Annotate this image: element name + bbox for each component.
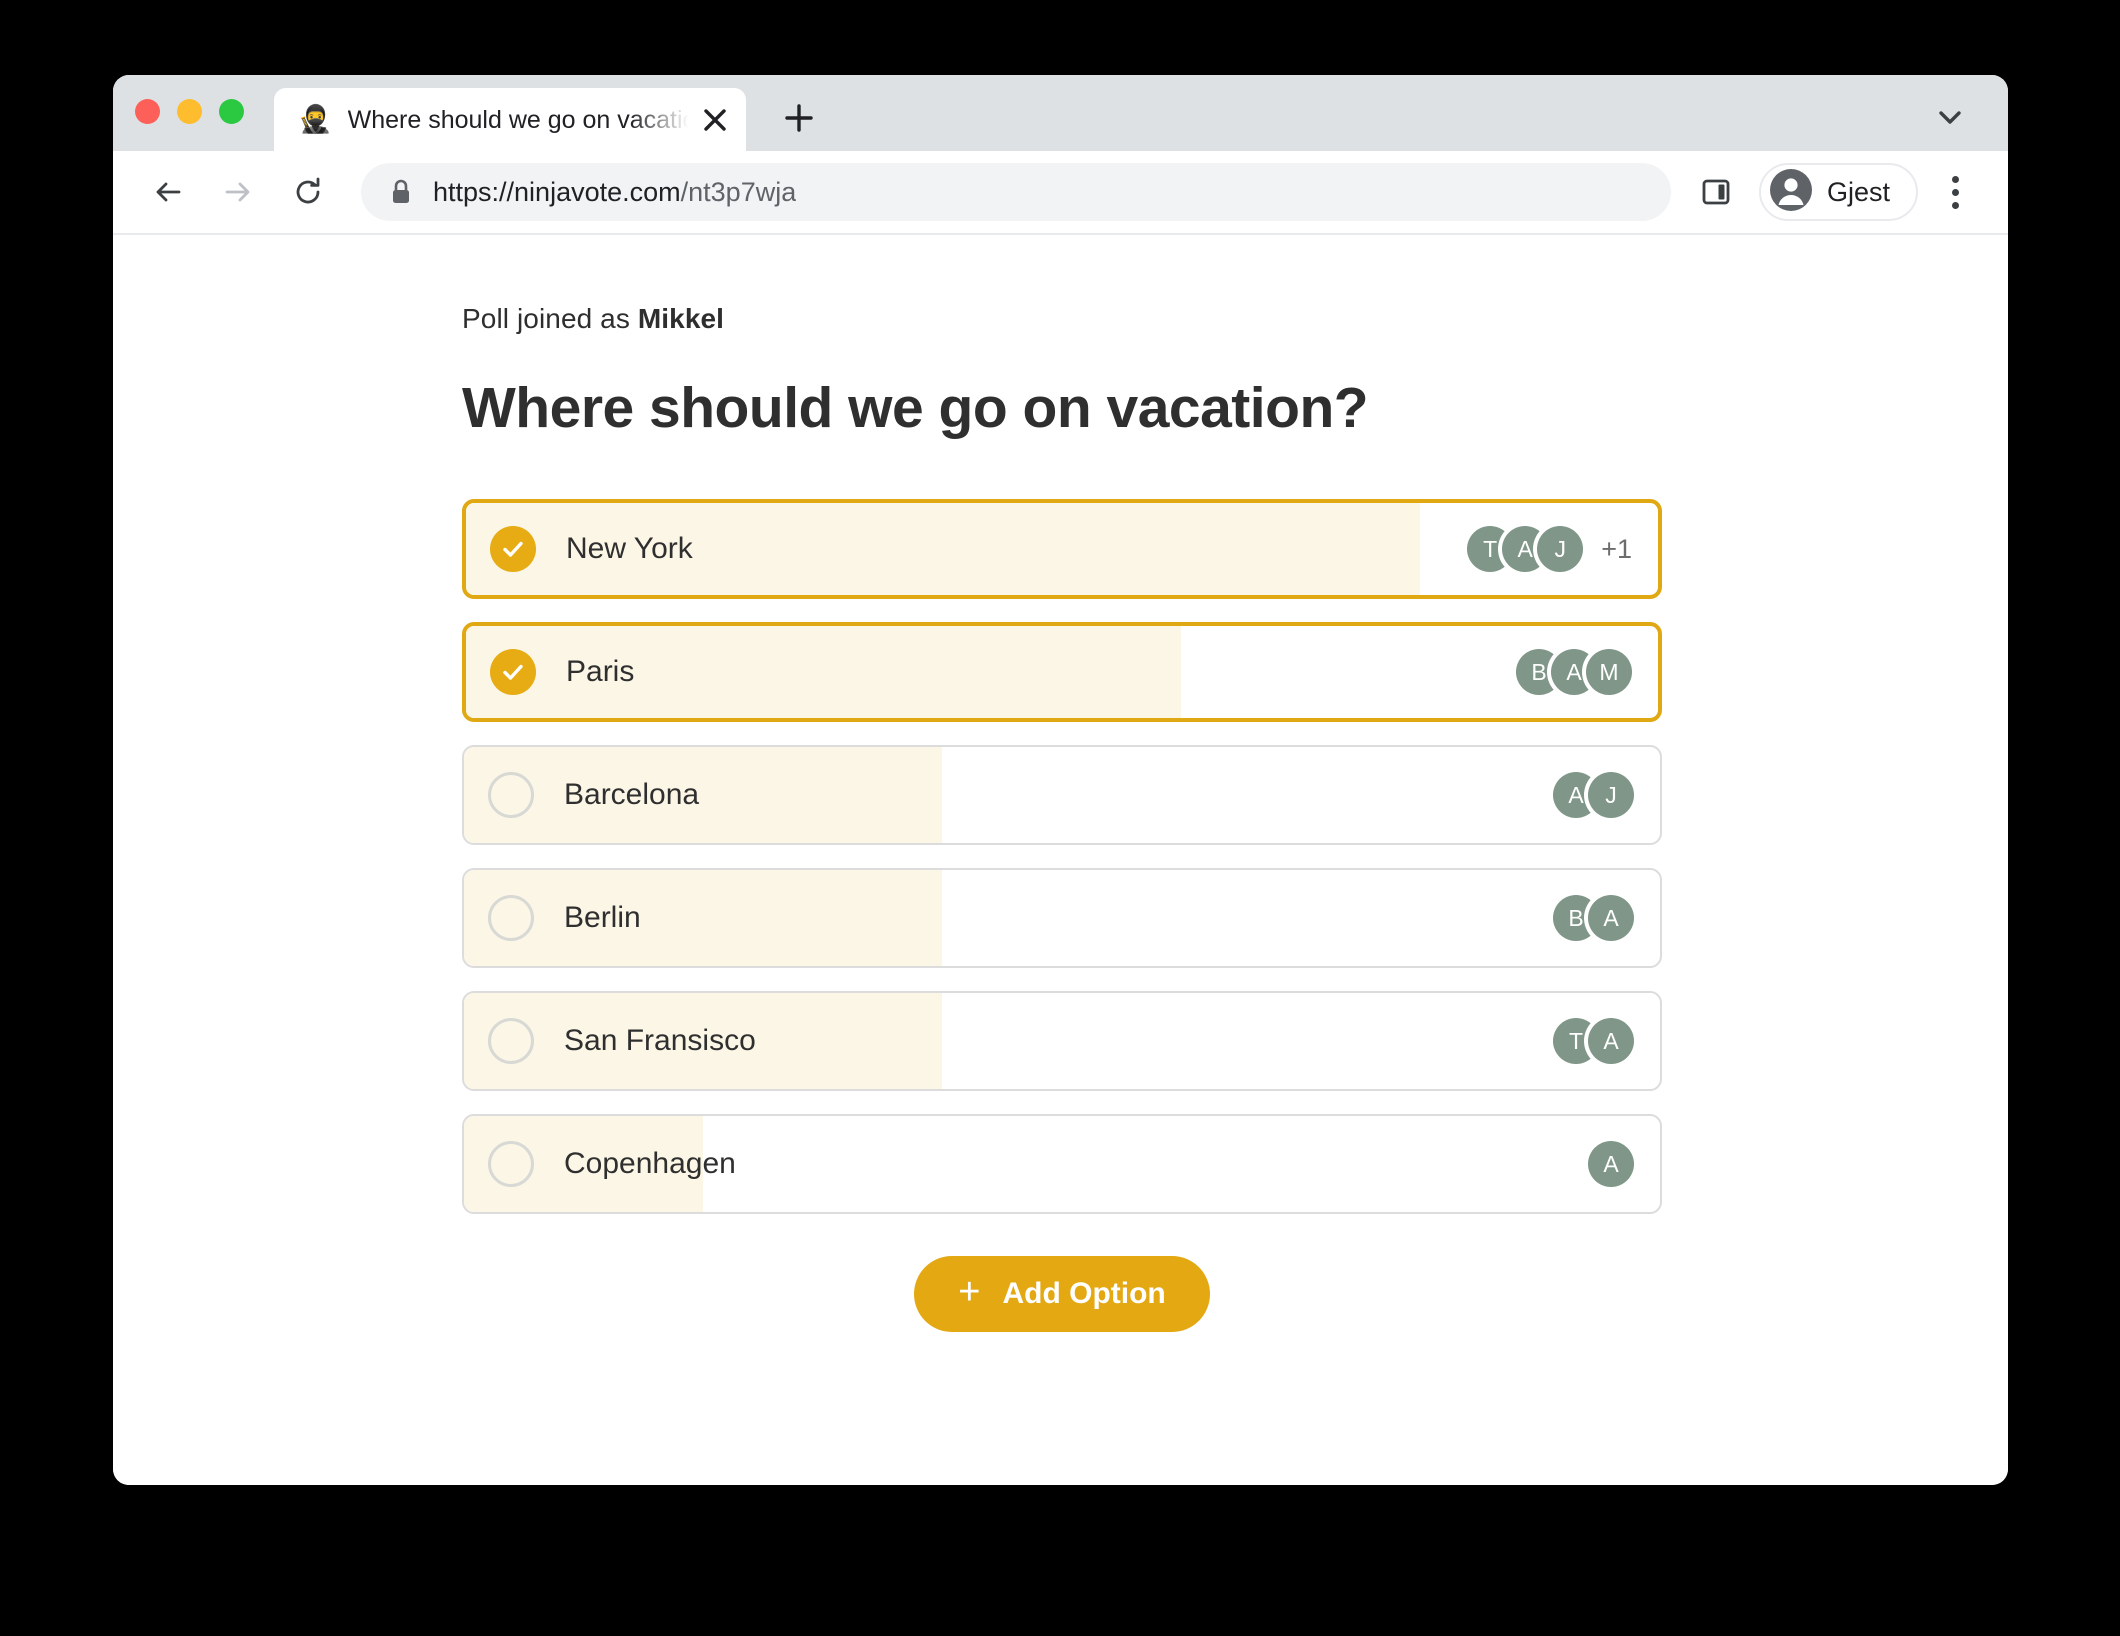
option-content: Paris B A M [466,626,1658,718]
side-panel-icon[interactable] [1689,165,1743,219]
add-option-label: Add Option [1002,1277,1166,1310]
option-content: Copenhagen A [464,1116,1660,1212]
poll-joined-status: Poll joined as Mikkel [462,303,2008,335]
option-content: Berlin B A [464,870,1660,966]
window-controls [135,75,244,151]
poll-option-row[interactable]: New York T A J +1 [462,499,1662,599]
option-label: San Fransisco [564,1024,756,1057]
checkbox-unchecked-icon[interactable] [488,895,534,941]
close-window-button[interactable] [135,98,160,124]
voter-overflow-count: +1 [1601,533,1632,564]
close-tab-icon[interactable] [692,97,738,143]
forward-button[interactable] [209,163,267,221]
option-voters: A J [1553,772,1634,818]
tab-title: Where should we go on vacation? [347,105,692,134]
joined-prefix: Poll joined as [462,303,630,334]
avatar-group: A J [1553,772,1634,818]
reload-button[interactable] [279,163,337,221]
add-option-button[interactable]: + Add Option [914,1256,1210,1332]
poll-page: Poll joined as Mikkel Where should we go… [113,235,2008,1332]
new-tab-button[interactable] [768,87,830,149]
option-voters: T A J +1 [1467,526,1632,572]
plus-icon: + [958,1271,981,1313]
url-text: https://ninjavote.com/nt3p7wja [433,177,796,208]
checkbox-checked-icon[interactable] [490,526,536,572]
avatar [1769,168,1813,217]
voter-avatar: A [1588,895,1634,941]
joined-username: Mikkel [637,303,725,334]
minimize-window-button[interactable] [177,98,202,124]
avatar-group: T A [1553,1018,1634,1064]
lock-icon [389,178,413,206]
voter-avatar: J [1588,772,1634,818]
option-content: New York T A J +1 [466,503,1658,595]
option-label: Paris [566,655,635,688]
ninja-favicon-icon: 🥷 [298,104,332,134]
poll-options-list: New York T A J +1 Paris B A M Barcelona … [462,499,1662,1214]
option-content: San Fransisco T A [464,993,1660,1089]
poll-option-row[interactable]: San Fransisco T A [462,991,1662,1091]
option-label: Copenhagen [564,1147,736,1180]
page-title: Where should we go on vacation? [462,376,1369,440]
checkbox-unchecked-icon[interactable] [488,1141,534,1187]
checkbox-unchecked-icon[interactable] [488,772,534,818]
voter-avatar: A [1588,1018,1634,1064]
option-label: Barcelona [564,778,700,811]
avatar-group: B A M [1516,649,1632,695]
avatar-group: B A [1553,895,1634,941]
browser-toolbar: https://ninjavote.com/nt3p7wja Gjest [113,151,2008,235]
address-bar[interactable]: https://ninjavote.com/nt3p7wja [361,163,1671,221]
avatar-group: T A J [1467,526,1584,572]
three-dot-menu-icon[interactable] [1930,165,1980,219]
option-voters: A [1588,1141,1634,1187]
checkbox-checked-icon[interactable] [490,649,536,695]
voter-avatar: M [1586,649,1632,695]
checkbox-unchecked-icon[interactable] [488,1018,534,1064]
voter-avatar: A [1588,1141,1634,1187]
avatar-group: A [1588,1141,1634,1187]
url-path: /nt3p7wja [680,176,797,207]
browser-window: 🥷 Where should we go on vacation? https:… [113,75,2008,1485]
url-origin: https://ninjavote.com [433,176,681,207]
profile-button[interactable]: Gjest [1758,163,1918,221]
option-content: Barcelona A J [464,747,1660,843]
option-label: Berlin [564,901,641,934]
poll-option-row[interactable]: Paris B A M [462,622,1662,722]
tab-title-container: Where should we go on vacation? [348,103,692,137]
option-label: New York [566,532,693,565]
add-option-container: + Add Option [462,1256,1662,1332]
chevron-down-icon[interactable] [1930,97,1970,137]
option-voters: B A M [1516,649,1632,695]
poll-option-row[interactable]: Berlin B A [462,868,1662,968]
browser-tab[interactable]: 🥷 Where should we go on vacation? [274,88,746,151]
option-voters: T A [1553,1018,1634,1064]
back-button[interactable] [139,163,197,221]
profile-name: Gjest [1826,176,1890,207]
poll-option-row[interactable]: Copenhagen A [462,1114,1662,1214]
tab-strip: 🥷 Where should we go on vacation? [113,75,2008,151]
maximize-window-button[interactable] [219,98,244,124]
voter-avatar: J [1537,526,1584,572]
page-viewport: Poll joined as Mikkel Where should we go… [113,235,2008,1485]
option-voters: B A [1553,895,1634,941]
poll-option-row[interactable]: Barcelona A J [462,745,1662,845]
